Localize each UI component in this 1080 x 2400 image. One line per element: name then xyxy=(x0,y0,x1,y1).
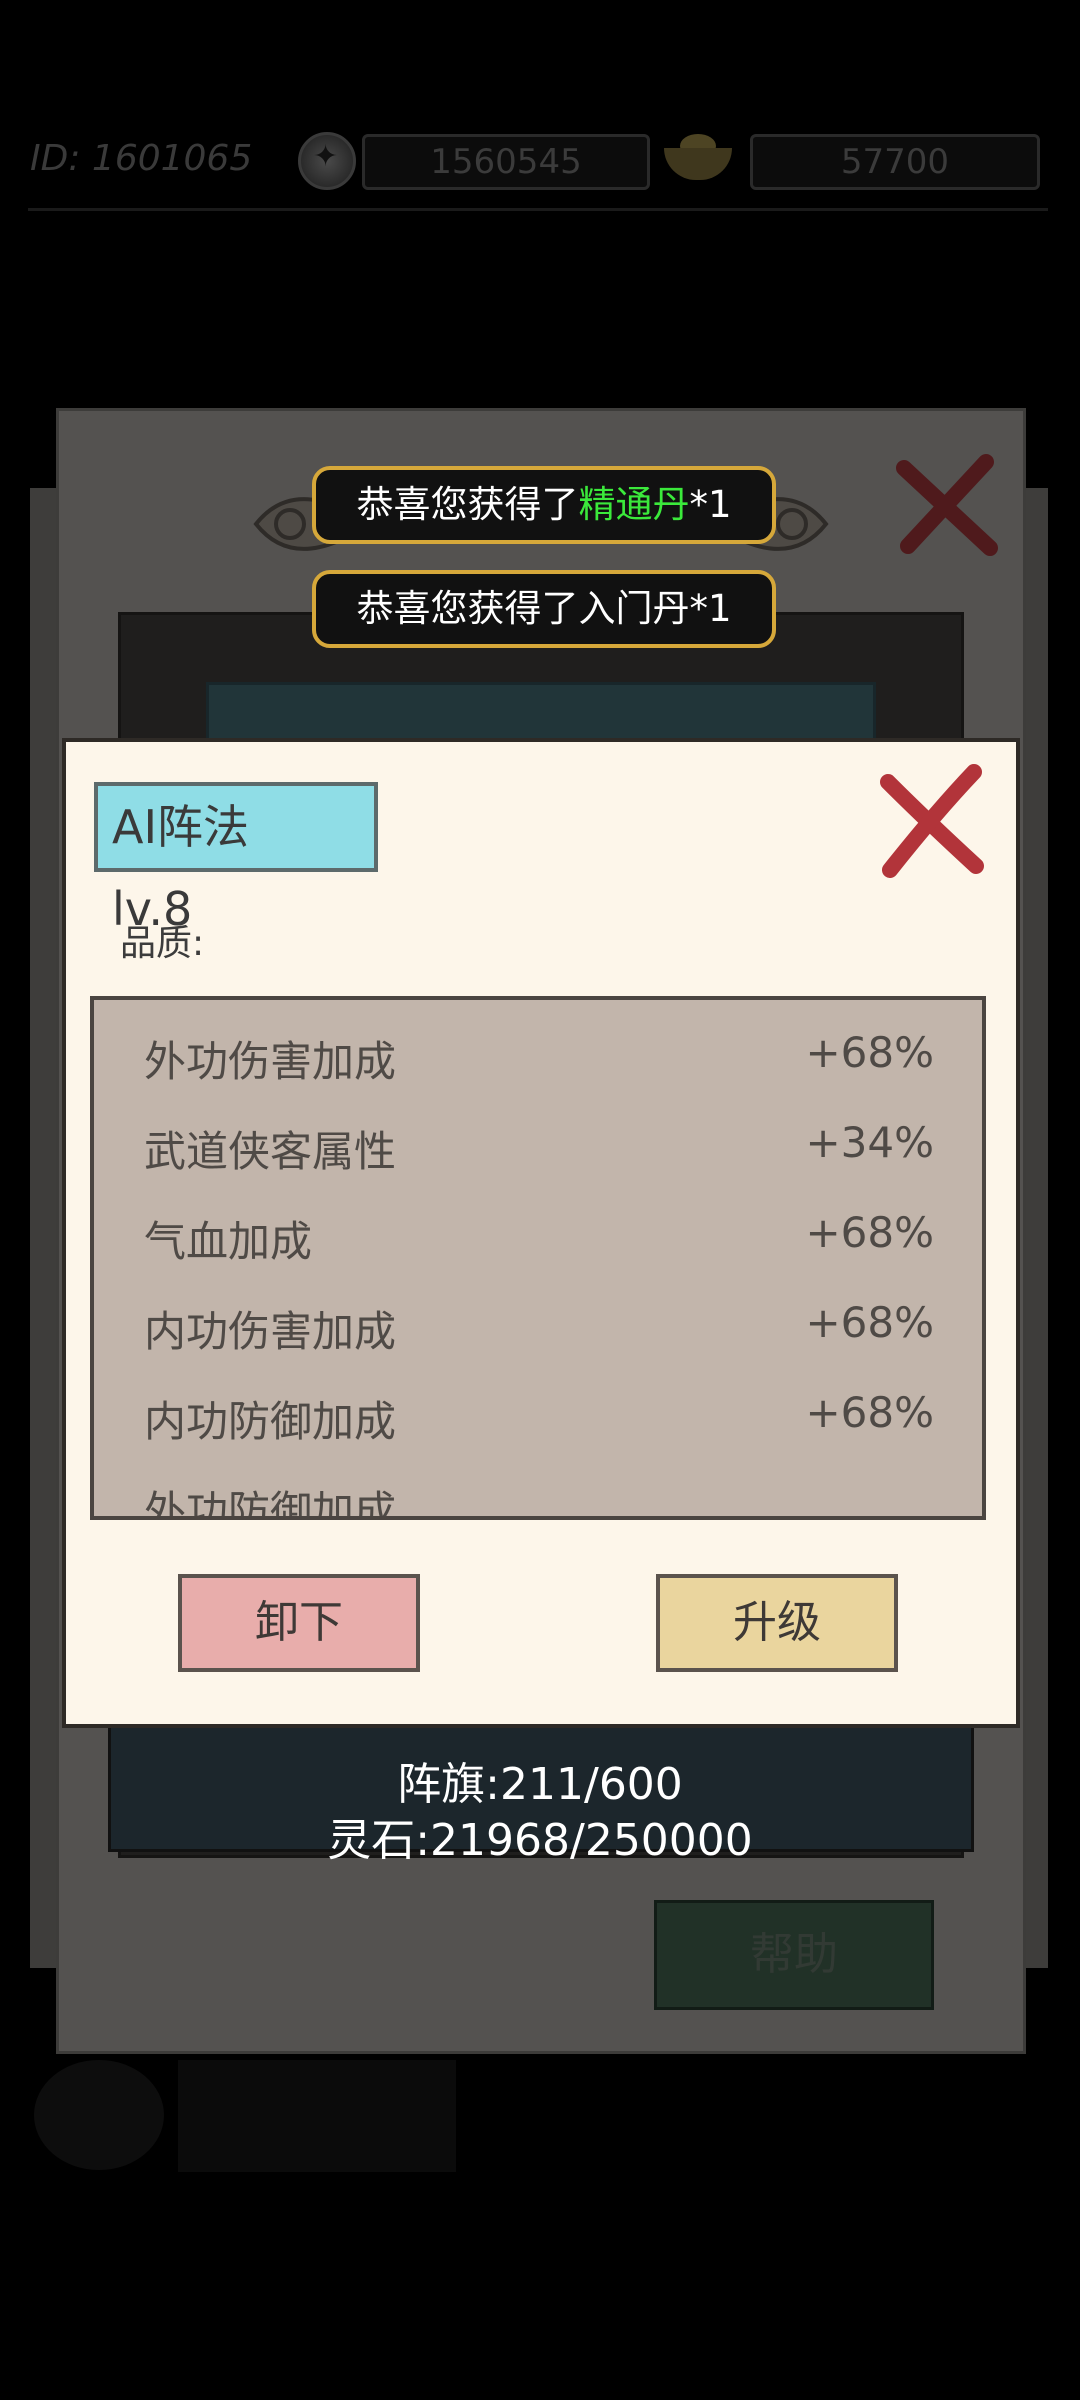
stat-name: 外功伤害加成 xyxy=(144,1037,397,1086)
upgrade-button[interactable]: 升级 xyxy=(656,1574,898,1672)
formation-name-tag: AI阵法 lv.8 xyxy=(94,782,378,936)
toast-suffix: *1 xyxy=(689,587,732,630)
avatar xyxy=(34,2060,164,2170)
list-item: 外功防御加成 xyxy=(144,1478,934,1520)
background-close-icon xyxy=(896,454,998,556)
list-item: 气血加成 +68% xyxy=(144,1208,934,1268)
stat-name: 内功防御加成 xyxy=(144,1397,397,1446)
hud-divider xyxy=(28,208,1048,211)
star-coin-icon xyxy=(298,132,356,190)
unequip-button[interactable]: 卸下 xyxy=(178,1574,420,1672)
help-button[interactable]: 帮助 xyxy=(654,1900,934,2010)
stat-name: 外功防御加成 xyxy=(144,1487,397,1520)
top-hud: ID: 1601065 1560545 57700 xyxy=(0,120,1080,230)
list-item: 武道侠客属性 +34% xyxy=(144,1118,934,1178)
reward-toast: 恭喜您获得了精通丹*1 xyxy=(312,466,776,544)
list-item: 内功防御加成 +68% xyxy=(144,1388,934,1448)
stat-name: 内功伤害加成 xyxy=(144,1307,397,1356)
flag-counter: 阵旗:211/600 xyxy=(397,1759,683,1810)
list-item: 内功伤害加成 +68% xyxy=(144,1298,934,1358)
reward-toast: 恭喜您获得了入门丹*1 xyxy=(312,570,776,648)
toast-item: 入门丹 xyxy=(578,587,690,630)
stat-list[interactable]: 外功伤害加成 +68% 武道侠客属性 +34% 气血加成 +68% 内功伤害加成… xyxy=(90,996,986,1520)
list-item: 外功伤害加成 +68% xyxy=(144,1028,934,1088)
stat-value: +34% xyxy=(805,1118,934,1167)
stat-value: +68% xyxy=(805,1298,934,1347)
toast-prefix: 恭喜您获得了 xyxy=(356,587,579,630)
player-id: ID: 1601065 xyxy=(30,138,253,179)
close-icon[interactable] xyxy=(876,762,986,878)
toast-prefix: 恭喜您获得了 xyxy=(356,483,579,526)
stat-value: +68% xyxy=(805,1208,934,1257)
bottom-info-card xyxy=(178,2060,456,2172)
spirit-stone-counter: 灵石:21968/250000 xyxy=(327,1815,753,1866)
background-panel-edge-left xyxy=(30,488,56,1968)
stat-name: 武道侠客属性 xyxy=(144,1127,397,1176)
ingot-count: 57700 xyxy=(750,134,1040,190)
stat-value: +68% xyxy=(805,1028,934,1077)
stat-value: +68% xyxy=(805,1388,934,1437)
stat-name: 气血加成 xyxy=(144,1217,313,1266)
toast-suffix: *1 xyxy=(689,483,732,526)
gold-ingot-icon xyxy=(660,130,736,186)
coin-count: 1560545 xyxy=(362,134,650,190)
toast-item: 精通丹 xyxy=(578,483,690,526)
quality-label: 品质: xyxy=(120,923,205,964)
